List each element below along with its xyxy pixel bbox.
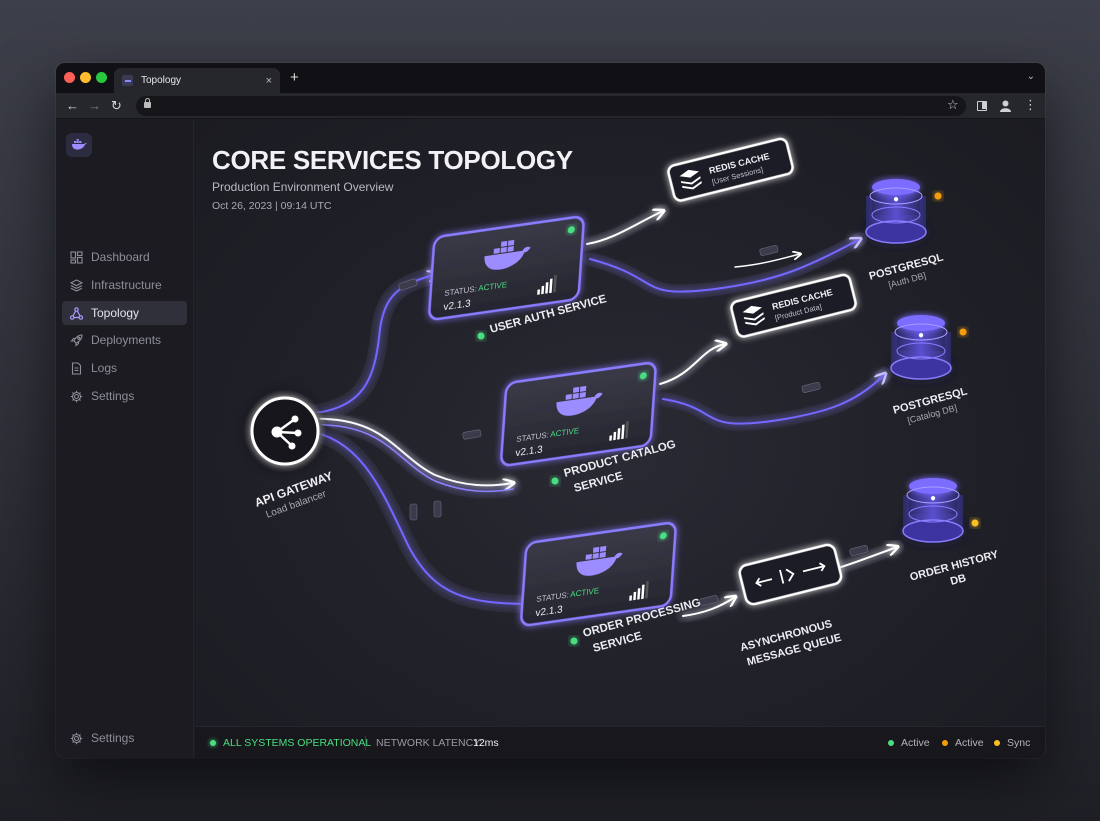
sidebar-item-label: Dashboard: [91, 250, 150, 264]
sidepanel-icon[interactable]: [977, 101, 987, 111]
layers-icon: [69, 278, 83, 292]
new-tab-button[interactable]: +: [290, 69, 299, 86]
postgres-elephant-icon: ●: [930, 493, 936, 504]
service-health-dot: [570, 637, 578, 645]
postgresql-auth-db[interactable]: ● POSTGRESQL [Auth DB]: [865, 179, 945, 290]
legend-label: Sync: [1007, 737, 1031, 749]
postgres-elephant-icon: ●: [918, 330, 924, 341]
db-status-dot: [959, 328, 967, 336]
sidebar-footer-label: Settings: [91, 731, 135, 745]
topology-diagram: API GATEWAY Load balancer STATUS: ACTIVE…: [248, 137, 1000, 668]
docker-logo-icon[interactable]: [66, 133, 92, 157]
browser-toolbar: ← → ↻ ☆ ⋮: [56, 93, 1045, 119]
address-bar[interactable]: ☆: [136, 96, 966, 116]
sidebar-item-label: Deployments: [91, 333, 162, 347]
close-window-button[interactable]: [64, 72, 75, 83]
browser-window: Topology × + ⌄ ← → ↻ ☆ ⋮ Dashboard Infra…: [56, 63, 1045, 758]
latency-label: NETWORK LATENCY:: [376, 737, 483, 749]
minimize-window-button[interactable]: [80, 72, 91, 83]
sidebar-item-dashboard[interactable]: Dashboard: [62, 245, 187, 269]
legend-dot-active-green: [888, 740, 894, 746]
sidebar-item-settings[interactable]: Settings: [62, 384, 187, 408]
sidebar-item-label: Logs: [91, 361, 118, 375]
tab-close-button[interactable]: ×: [266, 75, 272, 87]
lock-icon: [144, 98, 151, 109]
latency-value: 12ms: [473, 737, 499, 749]
db-status-dot: [971, 519, 979, 527]
topology-icon: [69, 306, 83, 320]
reload-button[interactable]: ↻: [111, 98, 122, 114]
message-queue-node[interactable]: [738, 543, 843, 606]
gear-icon: [69, 731, 83, 745]
postgresql-catalog-db[interactable]: ● POSTGRESQL [Catalog DB]: [890, 315, 969, 426]
sidebar-item-logs[interactable]: Logs: [62, 356, 187, 380]
profile-icon[interactable]: [1000, 100, 1011, 115]
legend-label: Active: [955, 737, 984, 749]
db-name-line2: DB: [949, 572, 968, 588]
legend-dot-sync: [994, 740, 1000, 746]
tab-search-chevron-icon[interactable]: ⌄: [1027, 71, 1035, 82]
service-health-dot: [551, 477, 559, 485]
browser-tab[interactable]: Topology ×: [114, 68, 280, 93]
postgres-elephant-icon: ●: [893, 194, 899, 205]
order-history-db[interactable]: ● ORDER HISTORY DB: [902, 478, 1000, 588]
tab-title: Topology: [141, 75, 182, 86]
db-status-dot: [934, 192, 942, 200]
legend-dot-active-orange: [942, 740, 948, 746]
service-health-dot: [477, 332, 485, 340]
forward-button[interactable]: →: [88, 98, 101, 113]
sidebar-item-label: Settings: [91, 389, 135, 403]
rocket-icon: [69, 333, 83, 347]
legend-label: Active: [901, 737, 930, 749]
bookmark-star-icon[interactable]: ☆: [947, 97, 959, 113]
system-status-dot: [210, 740, 216, 746]
sidebar-item-infrastructure[interactable]: Infrastructure: [62, 273, 187, 297]
sidebar: Dashboard Infrastructure Topology Deploy…: [56, 119, 194, 758]
sidebar-item-label: Topology: [91, 306, 140, 320]
back-button[interactable]: ←: [66, 98, 79, 113]
gear-icon: [69, 389, 83, 403]
redis-cache-user-sessions[interactable]: REDIS CACHE [User Sessions]: [667, 137, 794, 202]
status-bar: ALL SYSTEMS OPERATIONAL NETWORK LATENCY:…: [195, 726, 1045, 758]
sidebar-item-deployments[interactable]: Deployments: [62, 328, 187, 352]
browser-menu-icon[interactable]: ⋮: [1024, 97, 1037, 113]
sidebar-item-label: Infrastructure: [91, 278, 162, 292]
sidebar-footer-settings-item[interactable]: Settings: [62, 726, 187, 750]
topology-canvas: CORE SERVICES TOPOLOGY Production Enviro…: [195, 119, 1045, 726]
sidebar-item-topology[interactable]: Topology: [62, 301, 187, 325]
tab-favicon-icon: [122, 75, 133, 86]
status-divider: [365, 736, 366, 750]
dashboard-icon: [69, 250, 83, 264]
system-status-text: ALL SYSTEMS OPERATIONAL: [223, 737, 372, 749]
file-icon: [69, 361, 83, 375]
maximize-window-button[interactable]: [96, 72, 107, 83]
tab-strip: Topology × + ⌄: [56, 63, 1045, 93]
